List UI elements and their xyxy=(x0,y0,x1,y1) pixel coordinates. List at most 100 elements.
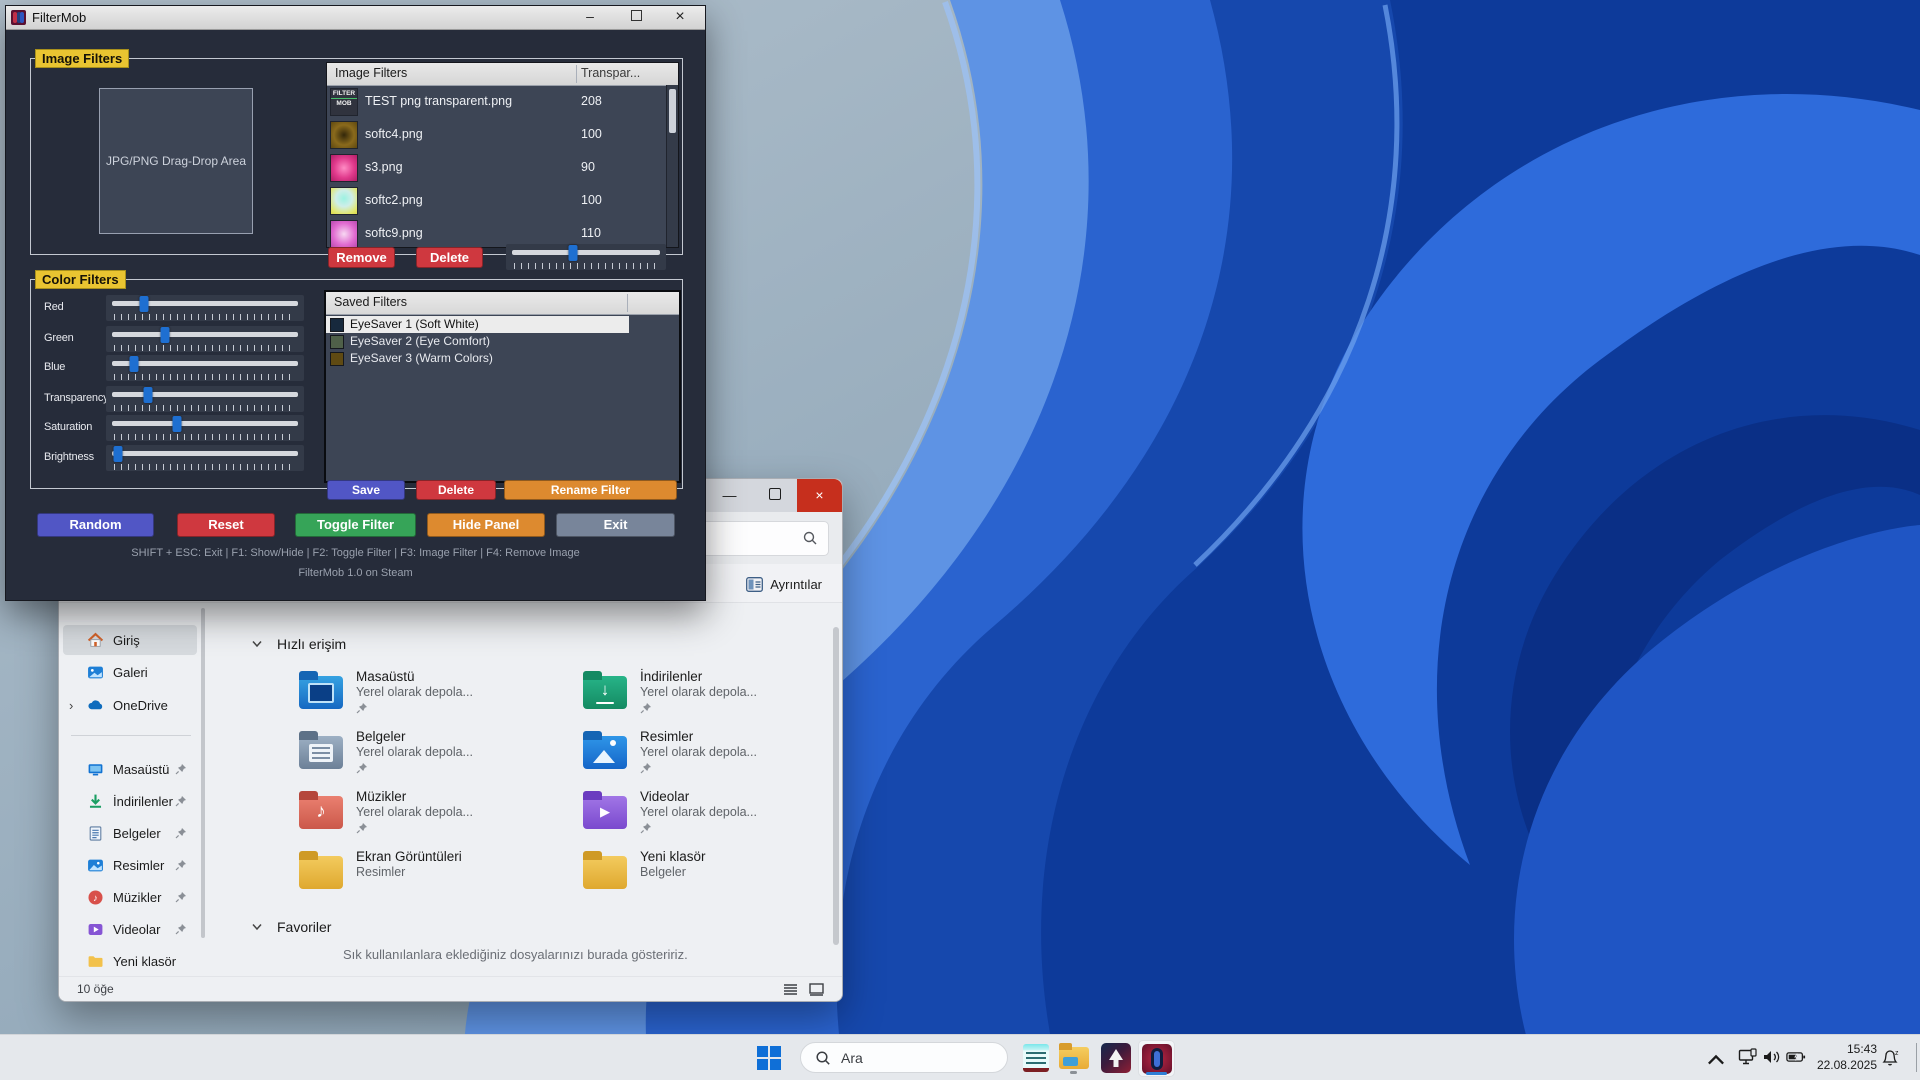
sidebar-label: Giriş xyxy=(113,633,140,648)
scrollbar-thumb[interactable] xyxy=(669,89,676,133)
filtermob-maximize-button[interactable] xyxy=(619,6,653,28)
quick-access-item-documents[interactable]: Belgeler Yerel olarak depola... xyxy=(299,729,583,789)
item-title: Videolar xyxy=(640,789,757,804)
search-placeholder: Ara xyxy=(841,1050,863,1066)
slider-track[interactable] xyxy=(112,392,298,397)
sidebar-item-gallery[interactable]: Galeri xyxy=(63,657,197,687)
exit-button[interactable]: Exit xyxy=(556,513,675,537)
content-scrollbar[interactable] xyxy=(833,627,839,945)
chevron-right-icon[interactable]: › xyxy=(69,698,73,713)
item-title: Masaüstü xyxy=(356,669,473,684)
image-filters-list-header[interactable]: Image Filters Transpar... xyxy=(327,63,678,86)
delete-filter-button[interactable]: Delete xyxy=(416,480,496,500)
sidebar-item-home[interactable]: Giriş xyxy=(63,625,197,655)
brightness-slider[interactable] xyxy=(106,445,304,471)
slider-thumb[interactable] xyxy=(173,416,182,432)
explorer-maximize-button[interactable] xyxy=(752,479,797,512)
image-transparency-slider[interactable] xyxy=(506,244,666,270)
show-desktop-button[interactable] xyxy=(1916,1043,1917,1072)
shortcuts-help-text: SHIFT + ESC: Exit | F1: Show/Hide | F2: … xyxy=(6,547,705,559)
quick-access-item-new-folder[interactable]: Yeni klasör Belgeler xyxy=(583,849,843,909)
remove-image-button[interactable]: Remove xyxy=(328,247,395,268)
details-view-icon[interactable] xyxy=(783,983,798,996)
details-toggle-button[interactable]: Ayrıntılar xyxy=(746,572,822,596)
list-scrollbar[interactable] xyxy=(666,85,678,247)
slider-track[interactable] xyxy=(512,250,660,255)
logo-text: MOB xyxy=(331,98,357,108)
quick-access-section-header[interactable]: Hızlı erişim xyxy=(251,636,346,652)
notification-bell-dnd-icon[interactable]: z xyxy=(1880,1049,1900,1067)
quick-access-item-music[interactable]: ♪ Müzikler Yerel olarak depola... xyxy=(299,789,583,849)
volume-icon[interactable] xyxy=(1762,1048,1782,1066)
favorites-section-header[interactable]: Favoriler xyxy=(251,919,331,935)
taskbar-clock[interactable]: 15:43 22.08.2025 xyxy=(1817,1041,1877,1073)
transparency-slider[interactable] xyxy=(106,386,304,412)
image-filter-row[interactable]: FILTER MOB TEST png transparent.png 208 xyxy=(327,85,667,118)
quick-access-item-videos[interactable]: ▶ Videolar Yerel olarak depola... xyxy=(583,789,843,849)
quick-access-item-screenshots[interactable]: Ekran Görüntüleri Resimler xyxy=(299,849,583,909)
slider-thumb[interactable] xyxy=(568,245,577,261)
filtermob-close-button[interactable]: × xyxy=(663,6,697,28)
explorer-minimize-button[interactable]: — xyxy=(707,479,752,512)
slider-track[interactable] xyxy=(112,421,298,426)
random-button[interactable]: Random xyxy=(37,513,154,537)
filtermob-minimize-button[interactable]: – xyxy=(573,6,607,28)
image-filter-row[interactable]: softc4.png 100 xyxy=(327,118,667,151)
blue-slider[interactable] xyxy=(106,355,304,381)
sidebar-item-documents[interactable]: Belgeler xyxy=(63,818,197,848)
item-title: Müzikler xyxy=(356,789,473,804)
saturation-slider[interactable] xyxy=(106,415,304,441)
sidebar-item-new-folder[interactable]: Yeni klasör xyxy=(63,946,197,976)
taskbar-search[interactable]: Ara xyxy=(800,1042,1008,1073)
saved-filter-row[interactable]: EyeSaver 3 (Warm Colors) xyxy=(326,350,679,367)
slider-thumb[interactable] xyxy=(129,356,138,372)
saved-filter-label: EyeSaver 3 (Warm Colors) xyxy=(350,351,493,365)
delete-image-button[interactable]: Delete xyxy=(416,247,483,268)
column-divider[interactable] xyxy=(576,65,577,83)
battery-icon[interactable] xyxy=(1786,1048,1806,1066)
hide-panel-button[interactable]: Hide Panel xyxy=(427,513,545,537)
slider-track[interactable] xyxy=(112,451,298,456)
image-dropzone[interactable]: JPG/PNG Drag-Drop Area xyxy=(99,88,253,234)
slider-track[interactable] xyxy=(112,361,298,366)
sidebar-item-music[interactable]: ♪ Müzikler xyxy=(63,882,197,912)
quick-access-item-downloads[interactable]: ↓ İndirilenler Yerel olarak depola... xyxy=(583,669,843,729)
start-button[interactable] xyxy=(751,1040,786,1075)
large-icons-view-icon[interactable] xyxy=(809,983,824,996)
explorer-close-button[interactable]: × xyxy=(797,479,842,512)
slider-track[interactable] xyxy=(112,332,298,337)
pin-icon xyxy=(175,891,187,903)
filtermob-titlebar[interactable]: FilterMob – × xyxy=(6,6,705,30)
slider-thumb[interactable] xyxy=(113,446,122,462)
red-slider[interactable] xyxy=(106,295,304,321)
reset-button[interactable]: Reset xyxy=(177,513,275,537)
image-filter-row[interactable]: softc2.png 100 xyxy=(327,184,667,217)
sidebar-item-pictures[interactable]: Resimler xyxy=(63,850,197,880)
chevron-down-icon[interactable] xyxy=(251,638,263,650)
column-divider[interactable] xyxy=(627,294,628,312)
sidebar-item-downloads[interactable]: İndirilenler xyxy=(63,786,197,816)
slider-thumb[interactable] xyxy=(161,327,170,343)
image-filter-row[interactable]: s3.png 90 xyxy=(327,151,667,184)
taskbar-filtermob-icon[interactable] xyxy=(1138,1040,1175,1077)
green-slider[interactable] xyxy=(106,326,304,352)
toggle-filter-button[interactable]: Toggle Filter xyxy=(295,513,416,537)
saved-filter-row[interactable]: EyeSaver 1 (Soft White) xyxy=(326,316,629,333)
taskbar-explorer-icon[interactable] xyxy=(1056,1040,1091,1075)
sidebar-item-videos[interactable]: Videolar xyxy=(63,914,197,944)
saved-filters-header[interactable]: Saved Filters xyxy=(326,292,679,315)
network-icon[interactable] xyxy=(1738,1048,1758,1066)
sidebar-item-desktop[interactable]: Masaüstü xyxy=(63,754,197,784)
rename-filter-button[interactable]: Rename Filter xyxy=(504,480,677,500)
quick-access-item-desktop[interactable]: Masaüstü Yerel olarak depola... xyxy=(299,669,583,729)
taskbar-notepad-icon[interactable] xyxy=(1018,1040,1053,1075)
chevron-down-icon[interactable] xyxy=(251,921,263,933)
saved-filter-row[interactable]: EyeSaver 2 (Eye Comfort) xyxy=(326,333,679,350)
save-filter-button[interactable]: Save xyxy=(327,480,405,500)
slider-thumb[interactable] xyxy=(139,296,148,312)
taskbar-arrow-app-icon[interactable] xyxy=(1098,1040,1133,1075)
quick-access-item-pictures[interactable]: Resimler Yerel olarak depola... xyxy=(583,729,843,789)
tray-chevron-up-icon[interactable] xyxy=(1706,1051,1726,1069)
slider-thumb[interactable] xyxy=(143,387,152,403)
sidebar-item-onedrive[interactable]: › OneDrive xyxy=(63,690,197,720)
